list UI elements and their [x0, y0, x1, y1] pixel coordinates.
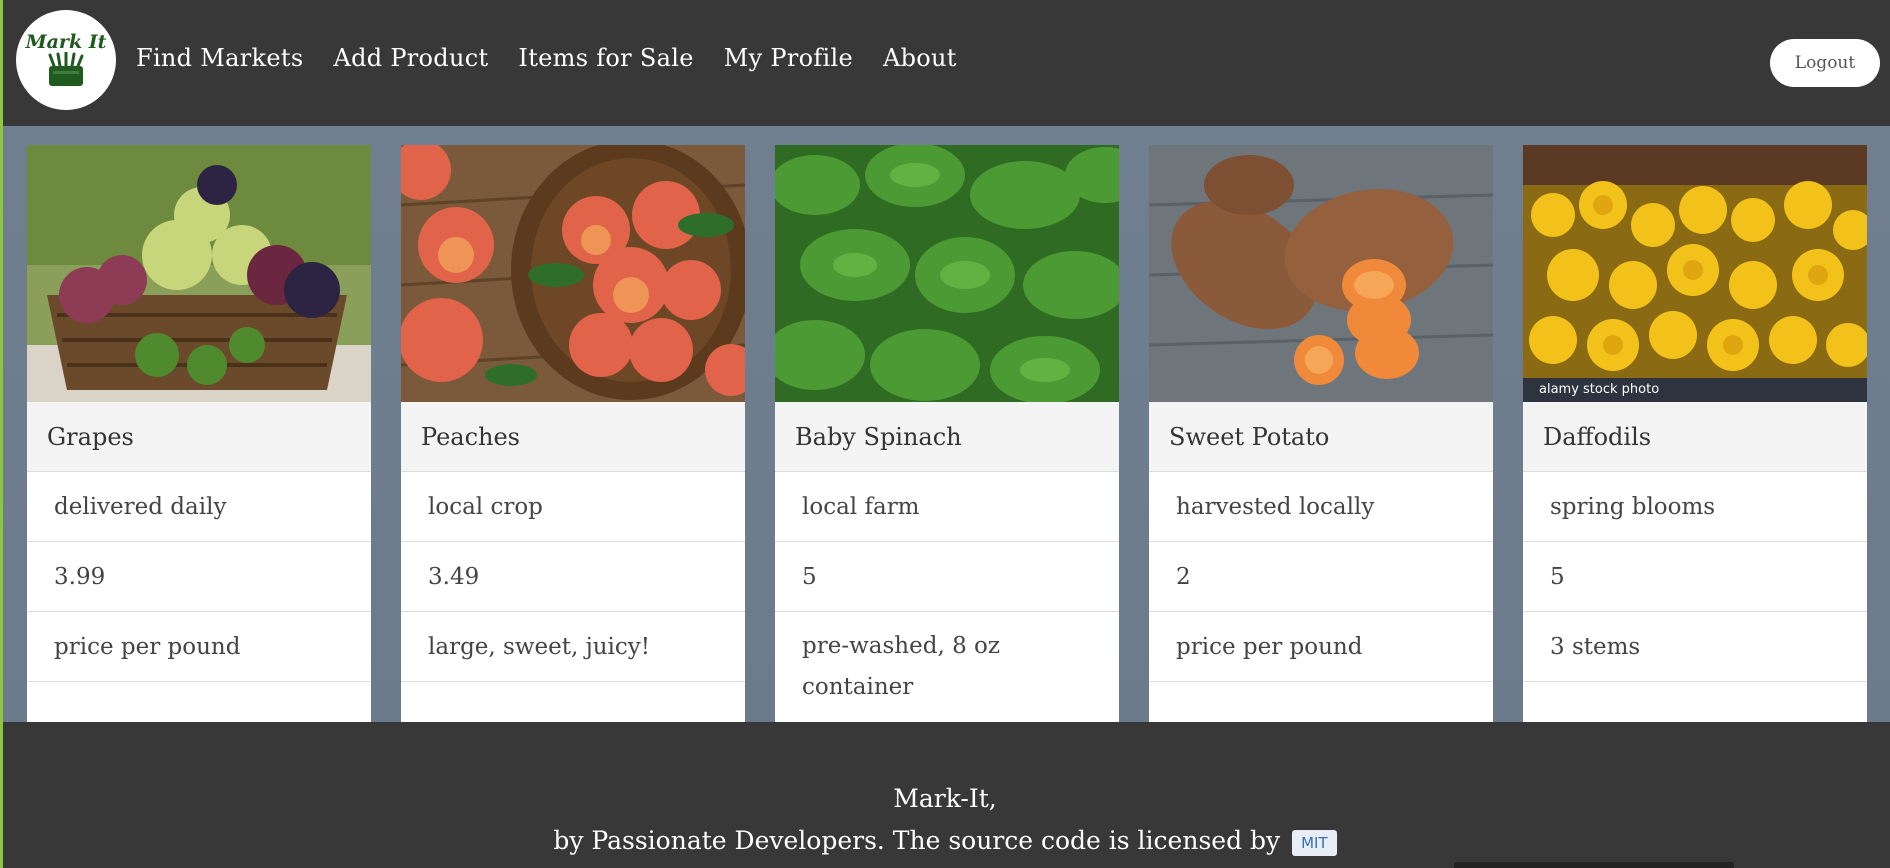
license-badge[interactable]: MIT: [1292, 829, 1337, 856]
spinach-image: [775, 145, 1119, 402]
product-grid: Grapes delivered daily 3.99 price per po…: [0, 126, 1890, 722]
card-price: 2: [1149, 542, 1493, 612]
card-unit: price per pound: [27, 612, 371, 682]
card-title: Grapes: [27, 402, 371, 472]
footer-title: Mark-It,: [893, 784, 997, 813]
card-description: local crop: [401, 472, 745, 542]
footer: Mark-It, by Passionate Developers. The s…: [0, 722, 1890, 868]
card-title: Peaches: [401, 402, 745, 472]
footer-credit-text: by Passionate Developers. The source cod…: [553, 826, 1281, 855]
card-description: harvested locally: [1149, 472, 1493, 542]
sweet-potato-image: [1149, 145, 1493, 402]
product-card-sweet-potato[interactable]: Sweet Potato harvested locally 2 price p…: [1149, 145, 1493, 722]
product-card-peaches[interactable]: Peaches local crop 3.49 large, sweet, ju…: [401, 145, 745, 722]
product-card-baby-spinach[interactable]: Baby Spinach local farm 5 pre-washed, 8 …: [775, 145, 1119, 722]
card-unit: price per pound: [1149, 612, 1493, 682]
basket-icon: [48, 52, 84, 86]
footer-credit: by Passionate Developers. The source cod…: [0, 826, 1890, 856]
logo-text: Mark It: [25, 31, 107, 53]
nav-add-product[interactable]: Add Product: [333, 44, 488, 72]
watermark-text: alamy stock photo: [1539, 382, 1660, 397]
footer-overlay-edge: [1454, 862, 1734, 868]
card-unit: 3 stems: [1523, 612, 1867, 682]
product-card-daffodils[interactable]: alamy stock photo Daffodils spring bloom…: [1523, 145, 1867, 722]
card-title: Daffodils: [1523, 402, 1867, 472]
nav-links: Find Markets Add Product Items for Sale …: [136, 44, 987, 72]
nav-items-for-sale[interactable]: Items for Sale: [518, 44, 693, 72]
card-title: Sweet Potato: [1149, 402, 1493, 472]
card-price: 3.99: [27, 542, 371, 612]
card-price: 3.49: [401, 542, 745, 612]
card-description: delivered daily: [27, 472, 371, 542]
daffodils-image: [1523, 145, 1867, 402]
peaches-image: [401, 145, 745, 402]
card-unit: pre-washed, 8 oz container: [775, 612, 1119, 722]
product-card-grapes[interactable]: Grapes delivered daily 3.99 price per po…: [27, 145, 371, 722]
left-accent-bar: [0, 0, 3, 868]
navbar: Mark It Find Markets Add Product Items f…: [0, 0, 1890, 126]
card-title: Baby Spinach: [775, 402, 1119, 472]
grapes-image: [27, 145, 371, 402]
card-price: 5: [1523, 542, 1867, 612]
nav-my-profile[interactable]: My Profile: [724, 44, 853, 72]
card-price: 5: [775, 542, 1119, 612]
nav-find-markets[interactable]: Find Markets: [136, 44, 303, 72]
nav-about[interactable]: About: [883, 44, 957, 72]
card-description: local farm: [775, 472, 1119, 542]
logout-button[interactable]: Logout: [1770, 39, 1880, 87]
card-description: spring blooms: [1523, 472, 1867, 542]
logo[interactable]: Mark It: [16, 10, 116, 110]
card-unit: large, sweet, juicy!: [401, 612, 745, 682]
